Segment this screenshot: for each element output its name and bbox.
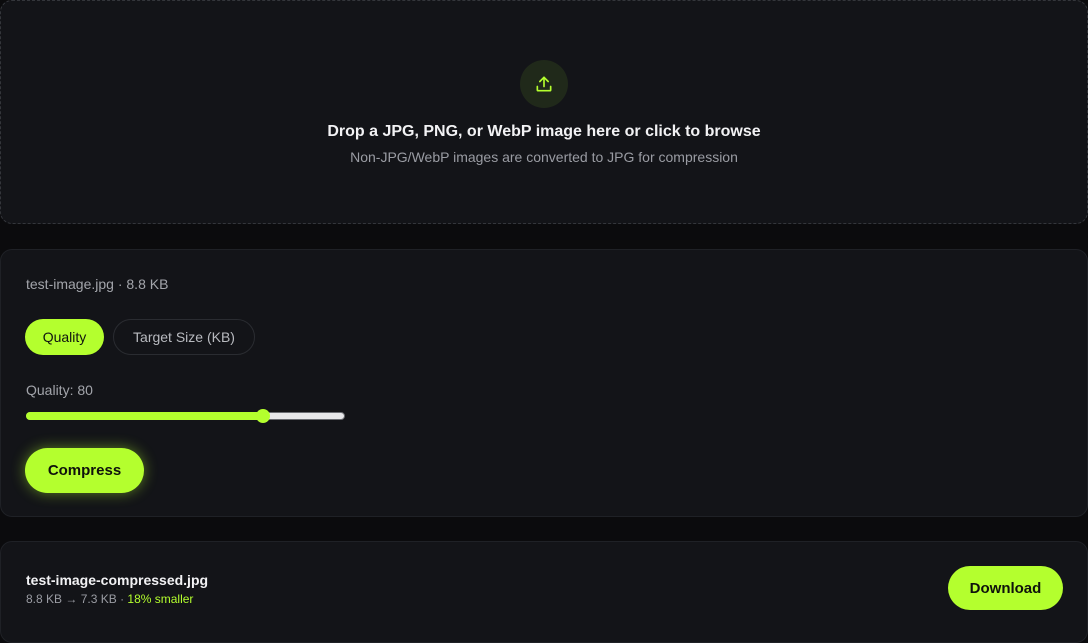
tab-quality[interactable]: Quality <box>25 319 104 355</box>
upload-dropzone[interactable]: Drop a JPG, PNG, or WebP image here or c… <box>0 0 1088 224</box>
compression-stats: 8.8 KB → 7.3 KB · 18% smaller <box>26 592 193 606</box>
quality-label-prefix: Quality: <box>26 382 78 398</box>
file-size: 8.8 KB <box>126 276 169 292</box>
original-size: 8.8 KB <box>26 592 63 606</box>
file-info: test-image.jpg · 8.8 KB <box>26 276 168 292</box>
new-size: 7.3 KB <box>80 592 117 606</box>
savings-percent: 18% smaller <box>127 592 194 606</box>
result-card: test-image-compressed.jpg 8.8 KB → 7.3 K… <box>0 541 1088 643</box>
quality-label: Quality: 80 <box>26 382 93 398</box>
tab-target-size[interactable]: Target Size (KB) <box>113 319 255 355</box>
arrow: → <box>62 592 81 606</box>
quality-value: 80 <box>77 382 93 398</box>
quality-slider[interactable] <box>26 409 345 423</box>
compress-button[interactable]: Compress <box>25 448 144 493</box>
slider-fill <box>26 412 263 420</box>
dropzone-subtitle: Non-JPG/WebP images are converted to JPG… <box>350 149 738 165</box>
dropzone-title: Drop a JPG, PNG, or WebP image here or c… <box>327 123 761 140</box>
slider-thumb[interactable] <box>256 409 270 423</box>
compressed-file-name: test-image-compressed.jpg <box>26 572 209 588</box>
file-info-separator: · <box>113 276 127 292</box>
compression-settings-panel: test-image.jpg · 8.8 KB Quality Target S… <box>0 249 1088 517</box>
file-name: test-image.jpg <box>26 276 114 292</box>
download-button[interactable]: Download <box>948 566 1063 610</box>
stats-separator: · <box>116 592 128 606</box>
upload-icon <box>520 60 568 108</box>
